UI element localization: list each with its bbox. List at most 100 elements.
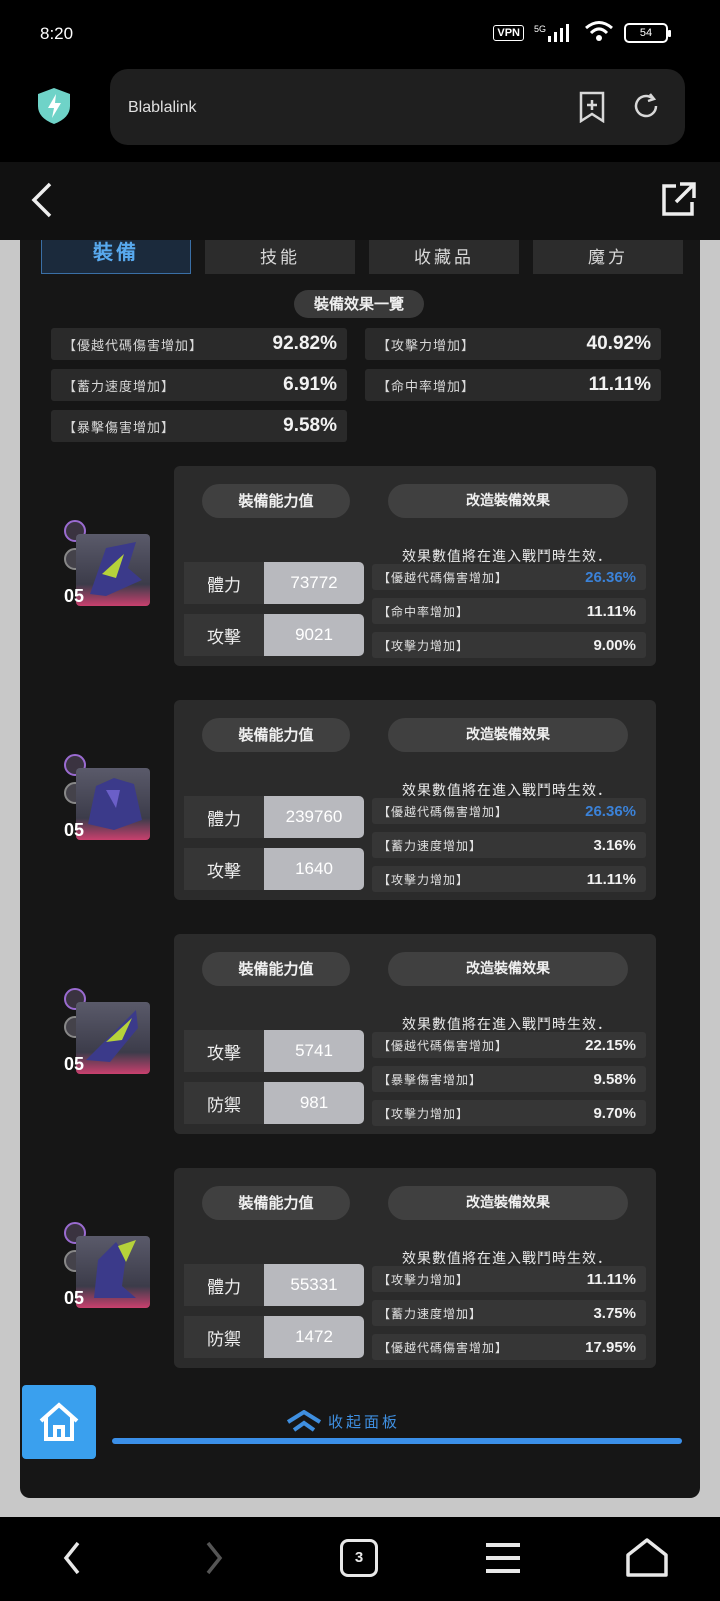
stat-label: 攻擊	[184, 1030, 264, 1072]
mod-effect-header: 改造裝備效果	[388, 484, 628, 518]
stat-row: 攻擊 5741	[184, 1030, 364, 1072]
stat-label: 體力	[184, 1264, 264, 1306]
page-navbar	[0, 162, 720, 240]
tab-skills[interactable]: 技能	[205, 240, 355, 274]
effect-label: 【暴擊傷害增加】	[378, 1072, 483, 1087]
equipment-panel: 裝備 技能 收藏品 魔方 裝備效果一覽 【優越代碼傷害增加】 92.82% 【攻…	[20, 240, 700, 1498]
effect-row: 【優越代碼傷害增加】 26.36%	[372, 564, 646, 590]
shield-icon[interactable]	[36, 86, 72, 130]
summary-value: 40.92%	[586, 333, 651, 354]
url-title: Blablalink	[128, 99, 197, 116]
open-external-icon[interactable]	[658, 180, 698, 224]
effect-value: 11.11%	[586, 602, 636, 620]
equipment-icon-helmet[interactable]: 05	[64, 520, 150, 606]
effect-value: 9.58%	[593, 1070, 636, 1088]
signal-icon: 5G	[534, 24, 574, 42]
effect-value: 17.95%	[585, 1338, 636, 1356]
stat-value: 239760	[264, 796, 364, 838]
home-nav-icon[interactable]	[624, 1537, 670, 1583]
stat-label: 防禦	[184, 1316, 264, 1358]
home-button[interactable]	[22, 1385, 96, 1459]
summary-title: 裝備效果一覽	[294, 290, 424, 318]
home-icon	[39, 1402, 79, 1441]
collapse-panel-button[interactable]: 收起面板	[286, 1410, 400, 1432]
tab-cube[interactable]: 魔方	[533, 240, 683, 274]
browser-bar: Blablalink	[0, 68, 720, 162]
nav-forward-icon[interactable]	[200, 1537, 228, 1583]
menu-icon[interactable]	[484, 1541, 522, 1579]
summary-value: 9.58%	[283, 415, 337, 436]
body-armor-image	[76, 768, 150, 840]
effect-row: 【優越代碼傷害增加】 22.15%	[372, 1032, 646, 1058]
summary-row: 【攻擊力增加】 40.92%	[365, 328, 661, 360]
effect-row: 【優越代碼傷害增加】 26.36%	[372, 798, 646, 824]
stat-row: 攻擊 1640	[184, 848, 364, 890]
effect-value: 11.11%	[586, 870, 636, 888]
ability-header: 裝備能力值	[202, 718, 350, 752]
effect-value: 3.16%	[593, 836, 636, 854]
collapse-label: 收起面板	[328, 1412, 401, 1431]
reload-icon[interactable]	[631, 91, 661, 125]
equipment-card: 裝備能力值 改造裝備效果 攻擊 5741 防禦 981 效果數值將在進入戰鬥時生…	[174, 934, 656, 1134]
wifi-icon	[584, 20, 614, 46]
effect-row: 【攻擊力增加】 9.00%	[372, 632, 646, 658]
effect-value: 26.36%	[585, 802, 636, 820]
stat-value: 1472	[264, 1316, 364, 1358]
effect-row: 【優越代碼傷害增加】 17.95%	[372, 1334, 646, 1360]
summary-row: 【命中率增加】 11.11%	[365, 369, 661, 401]
stat-value: 1640	[264, 848, 364, 890]
summary-value: 11.11%	[588, 374, 651, 395]
effect-row: 【蓄力速度增加】 3.16%	[372, 832, 646, 858]
effect-value: 9.70%	[593, 1104, 636, 1122]
effect-note: 效果數值將在進入戰鬥時生效．	[402, 783, 612, 799]
effect-label: 【優越代碼傷害增加】	[378, 804, 509, 819]
effect-label: 【命中率增加】	[378, 604, 470, 619]
status-time: 8:20	[40, 24, 74, 43]
summary-label: 【攻擊力增加】	[377, 338, 476, 354]
vpn-icon: VPN	[493, 25, 524, 41]
equipment-card: 裝備能力值 改造裝備效果 體力 239760 攻擊 1640 效果數值將在進入戰…	[174, 700, 656, 900]
effect-value: 22.15%	[585, 1036, 636, 1054]
address-bar[interactable]: Blablalink	[110, 69, 685, 145]
equipment-card: 裝備能力值 改造裝備效果 體力 73772 攻擊 9021 效果數值將在進入戰鬥…	[174, 466, 656, 666]
effect-label: 【攻擊力增加】	[378, 1106, 470, 1121]
effect-note: 效果數值將在進入戰鬥時生效．	[402, 549, 612, 565]
effect-label: 【優越代碼傷害增加】	[378, 570, 509, 585]
effect-label: 【攻擊力增加】	[378, 638, 470, 653]
effect-value: 3.75%	[593, 1304, 636, 1322]
battery-icon: 54	[624, 23, 671, 43]
browser-bottom-nav: 3	[0, 1517, 720, 1601]
arm-armor-image	[76, 1002, 150, 1074]
tab-collection[interactable]: 收藏品	[369, 240, 519, 274]
status-bar: 8:20 VPN 5G 54	[0, 0, 720, 68]
chevron-up-icon	[286, 1410, 322, 1432]
equipment-icon-leg[interactable]: 05	[64, 1222, 150, 1308]
equipment-icon-body[interactable]: 05	[64, 754, 150, 840]
ability-header: 裝備能力值	[202, 952, 350, 986]
effect-label: 【蓄力速度增加】	[378, 1306, 483, 1321]
tabs-button[interactable]: 3	[340, 1539, 378, 1577]
main-content[interactable]: 裝備 技能 收藏品 魔方 裝備效果一覽 【優越代碼傷害增加】 92.82% 【攻…	[0, 240, 720, 1517]
equipment-level: 05	[64, 1054, 85, 1074]
equipment-icon-arm[interactable]: 05	[64, 988, 150, 1074]
add-bookmark-icon[interactable]	[577, 91, 607, 127]
status-icons: VPN 5G 54	[493, 20, 671, 46]
ability-header: 裝備能力值	[202, 1186, 350, 1220]
stat-label: 攻擊	[184, 848, 264, 890]
nav-back-icon[interactable]	[58, 1537, 86, 1583]
equipment-level: 05	[64, 820, 85, 840]
mod-effect-header: 改造裝備效果	[388, 952, 628, 986]
tab-equipment[interactable]: 裝備	[41, 240, 191, 274]
helmet-image	[76, 534, 150, 606]
stat-label: 體力	[184, 562, 264, 604]
summary-label: 【命中率增加】	[377, 379, 476, 395]
effect-row: 【攻擊力增加】 11.11%	[372, 1266, 646, 1292]
stat-value: 9021	[264, 614, 364, 656]
summary-label: 【優越代碼傷害增加】	[63, 338, 204, 354]
effect-value: 9.00%	[593, 636, 636, 654]
back-icon[interactable]	[28, 180, 58, 224]
stat-value: 73772	[264, 562, 364, 604]
effect-note: 效果數值將在進入戰鬥時生效．	[402, 1251, 612, 1267]
stat-row: 體力 55331	[184, 1264, 364, 1306]
ability-header: 裝備能力值	[202, 484, 350, 518]
